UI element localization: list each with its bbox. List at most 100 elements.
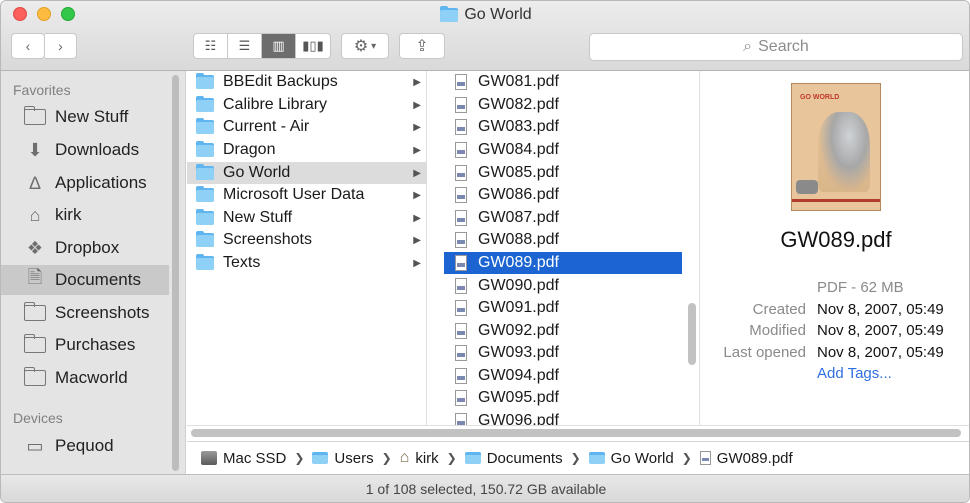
chevron-right-icon: ❯ (681, 451, 692, 465)
list-item[interactable]: GW096.pdf (444, 410, 682, 425)
path-item-kirk[interactable]: kirk (415, 450, 438, 467)
status-bar: 1 of 108 selected, 150.72 GB available (1, 474, 969, 502)
sidebar-item-downloads[interactable]: ⬇ Downloads (1, 135, 169, 165)
folder-icon (23, 106, 47, 128)
sidebar-item-label: Screenshots (55, 303, 150, 322)
list-item[interactable]: GW083.pdf (444, 116, 682, 138)
list-item-label: GW081.pdf (478, 73, 559, 90)
preview-pane: GO WORLD GW089.pdf PDF - 62 MB Created N… (701, 71, 969, 425)
horizontal-scrollbar-track (187, 425, 969, 439)
window-title: Go World (1, 6, 969, 24)
last-opened-label: Last opened (723, 344, 806, 361)
list-item-label: GW082.pdf (478, 96, 559, 113)
pdf-icon (455, 323, 467, 339)
search-icon: ⌕ (743, 38, 753, 55)
sidebar-item-label: Macworld (55, 368, 128, 387)
disclosure-arrow-icon: ▶ (413, 99, 421, 111)
created-label: Created (752, 301, 806, 318)
path-item-users[interactable]: Users (334, 450, 373, 467)
created-value: Nov 8, 2007, 05:49 (817, 301, 944, 318)
sidebar-item-applications[interactable]: ∆ Applications (1, 168, 169, 198)
folder-icon (464, 452, 481, 464)
list-item-selected[interactable]: GW089.pdf (444, 252, 682, 274)
list-item[interactable]: GW085.pdf (444, 162, 682, 184)
pdf-icon (455, 232, 467, 248)
list-item[interactable]: GW092.pdf (444, 320, 682, 342)
sidebar-scrollbar[interactable] (172, 75, 179, 471)
list-item[interactable]: New Stuff ▶ (187, 207, 427, 229)
sidebar-item-dropbox[interactable]: ❖ Dropbox (1, 233, 169, 263)
list-item-label: GW090.pdf (478, 277, 559, 294)
chevron-down-icon: ▾ (371, 40, 377, 52)
sidebar-item-macworld[interactable]: Macworld (1, 363, 169, 393)
list-item-label: GW095.pdf (478, 389, 559, 406)
applications-icon: ∆ (29, 172, 41, 193)
icon-view-button[interactable]: ☷ (194, 34, 228, 58)
folder-icon (196, 164, 214, 180)
disclosure-arrow-icon: ▶ (413, 144, 421, 156)
list-item[interactable]: Dragon ▶ (187, 139, 427, 161)
list-item[interactable]: GW090.pdf (444, 275, 682, 297)
action-menu-button[interactable]: ⚙ ▾ (341, 33, 389, 59)
list-item[interactable]: Calibre Library ▶ (187, 94, 427, 116)
sidebar-item-purchases[interactable]: Purchases (1, 330, 169, 360)
forward-button[interactable]: › (45, 33, 77, 59)
pdf-icon (455, 300, 467, 316)
list-view-button[interactable]: ☰ (228, 34, 262, 58)
list-item[interactable]: GW095.pdf (444, 387, 682, 409)
add-tags-link[interactable]: Add Tags... (817, 365, 892, 382)
list-item[interactable]: GW091.pdf (444, 297, 682, 319)
finder-window: Go World ‹ › ☷ ☰ ▥ ▮▯▮ ⚙ ▾ ⇪ ⌕ Search Fa… (0, 0, 970, 503)
horizontal-scrollbar[interactable] (191, 429, 961, 437)
path-item-documents[interactable]: Documents (487, 450, 563, 467)
gear-icon: ⚙ (353, 38, 369, 55)
list-item-label: Calibre Library (223, 96, 328, 113)
list-item-selected[interactable]: Go World ▶ (187, 162, 427, 184)
sidebar-item-documents[interactable]: 🗎 Documents (1, 265, 169, 295)
back-button[interactable]: ‹ (11, 33, 45, 59)
folder-icon (588, 452, 605, 464)
cover-flow-button[interactable]: ▮▯▮ (296, 34, 330, 58)
path-item-mac-ssd[interactable]: Mac SSD (223, 450, 286, 467)
list-item[interactable]: GW086.pdf (444, 184, 682, 206)
column-view-icon: ▥ (272, 38, 285, 53)
list-item[interactable]: Microsoft User Data ▶ (187, 184, 427, 206)
column-view-button[interactable]: ▥ (262, 34, 296, 58)
sidebar-item-pequod[interactable]: ▭ Pequod (1, 431, 169, 461)
sidebar-item-screenshots[interactable]: Screenshots (1, 298, 169, 328)
search-input[interactable]: ⌕ Search (589, 33, 963, 61)
sidebar-item-label: Purchases (55, 335, 136, 354)
list-item[interactable]: GW082.pdf (444, 94, 682, 116)
path-item-file[interactable]: GW089.pdf (717, 450, 793, 467)
sidebar-item-new-stuff[interactable]: New Stuff (1, 102, 169, 132)
list-item[interactable]: GW088.pdf (444, 229, 682, 251)
path-item-go-world[interactable]: Go World (611, 450, 674, 467)
list-item[interactable]: GW094.pdf (444, 365, 682, 387)
list-item[interactable]: GW081.pdf (444, 71, 682, 93)
list-item-label: GW083.pdf (478, 118, 559, 135)
sidebar-item-kirk[interactable]: ⌂ kirk (1, 200, 169, 230)
disclosure-arrow-icon: ▶ (413, 76, 421, 88)
sidebar-item-label: Downloads (55, 140, 140, 159)
list-item[interactable]: BBEdit Backups ▶ (187, 71, 427, 93)
chevron-right-icon: ❯ (570, 451, 581, 465)
list-item[interactable]: Screenshots ▶ (187, 229, 427, 251)
list-item-label: GW086.pdf (478, 186, 559, 203)
last-opened-value: Nov 8, 2007, 05:49 (817, 344, 944, 361)
list-item[interactable]: GW084.pdf (444, 139, 682, 161)
disclosure-arrow-icon: ▶ (413, 234, 421, 246)
list-item[interactable]: Current - Air ▶ (187, 116, 427, 138)
dropbox-icon: ❖ (26, 237, 44, 258)
list-item[interactable]: Texts ▶ (187, 252, 427, 274)
preview-kind-size: PDF - 62 MB (817, 279, 904, 296)
list-item-label: Dragon (223, 141, 276, 158)
list-item[interactable]: GW093.pdf (444, 342, 682, 364)
file-column-scrollbar[interactable] (688, 303, 696, 365)
sidebar-item-label: New Stuff (55, 107, 129, 126)
pdf-icon (455, 413, 467, 425)
list-item[interactable]: GW087.pdf (444, 207, 682, 229)
list-item-label: GW087.pdf (478, 209, 559, 226)
share-button[interactable]: ⇪ (399, 33, 445, 59)
folder-icon (23, 302, 47, 324)
document-thumbnail[interactable]: GO WORLD (791, 83, 881, 211)
